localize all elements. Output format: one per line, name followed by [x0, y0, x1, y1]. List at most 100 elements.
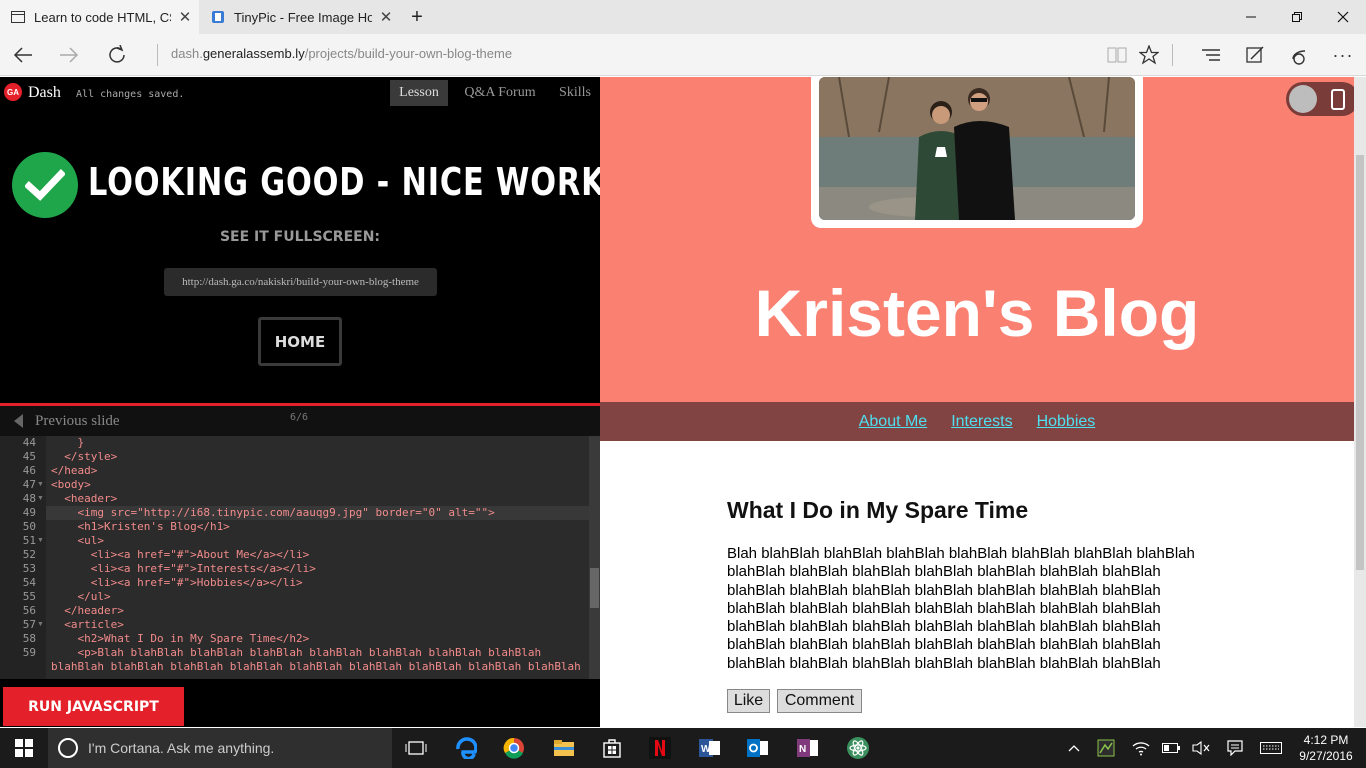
- outlook-icon[interactable]: [734, 728, 782, 768]
- file-explorer-icon[interactable]: [540, 728, 588, 768]
- code-line: </header>: [51, 604, 124, 617]
- previous-arrow-icon[interactable]: [14, 414, 23, 428]
- nav-link-about-me[interactable]: About Me: [859, 413, 927, 431]
- editor-scrollbar[interactable]: [589, 436, 600, 679]
- fold-marker-icon[interactable]: ▼: [37, 534, 44, 548]
- save-status: All changes saved.: [76, 89, 185, 100]
- url-prefix: dash.: [171, 46, 203, 61]
- netflix-icon[interactable]: [636, 728, 684, 768]
- ga-logo-icon[interactable]: GA: [4, 83, 22, 101]
- nav-link-interests[interactable]: Interests: [951, 413, 1012, 431]
- cortana-icon: [58, 738, 78, 758]
- close-tab-icon[interactable]: ✕: [372, 8, 400, 26]
- dash-toolbar: GA Dash All changes saved. Lesson Q&A Fo…: [0, 77, 600, 107]
- tab-qa-forum[interactable]: Q&A Forum: [455, 80, 545, 106]
- article-text: Blah blahBlah blahBlah blahBlah blahBlah…: [727, 545, 1237, 673]
- home-button[interactable]: HOME: [258, 317, 342, 366]
- line-number: 46: [22, 464, 36, 477]
- preview-scroll-thumb[interactable]: [1356, 155, 1364, 570]
- toolbar-divider: [1172, 44, 1173, 66]
- keyboard-icon[interactable]: [1256, 728, 1286, 768]
- refresh-icon[interactable]: [94, 34, 140, 76]
- address-divider: [157, 44, 158, 66]
- tab-lesson[interactable]: Lesson: [390, 80, 448, 106]
- page-icon: [10, 9, 26, 25]
- wifi-icon[interactable]: [1128, 728, 1154, 768]
- tray-app-icon[interactable]: [1094, 728, 1118, 768]
- tab-label: TinyPic - Free Image Hostin: [234, 9, 372, 25]
- tab-skills[interactable]: Skills: [552, 80, 598, 106]
- url-domain: generalassemb.ly: [202, 46, 305, 61]
- article-line: blahBlah blahBlah blahBlah blahBlah blah…: [727, 563, 1161, 581]
- more-menu-icon[interactable]: ···: [1320, 34, 1366, 76]
- fold-marker-icon[interactable]: ▼: [37, 618, 44, 632]
- line-number: 49: [22, 506, 36, 519]
- share-icon[interactable]: [1276, 34, 1322, 76]
- volume-muted-icon[interactable]: [1188, 728, 1214, 768]
- code-line: <p>Blah blahBlah blahBlah blahBlah blahB…: [51, 646, 542, 659]
- blog-header: Kristen's Blog: [600, 77, 1359, 402]
- article-line: blahBlah blahBlah blahBlah blahBlah blah…: [727, 636, 1161, 654]
- cortana-search-box[interactable]: I'm Cortana. Ask me anything.: [48, 728, 392, 768]
- line-number: 54: [22, 576, 36, 589]
- atom-icon[interactable]: [834, 728, 882, 768]
- run-area: RUN JAVASCRIPT: [0, 679, 600, 727]
- show-hidden-icons-chevron-icon[interactable]: [1062, 728, 1086, 768]
- restore-icon[interactable]: [1274, 0, 1320, 34]
- svg-text:W: W: [701, 744, 711, 755]
- windows-start-icon[interactable]: [0, 728, 48, 768]
- code-line: <article>: [51, 618, 124, 631]
- close-tab-icon[interactable]: ✕: [171, 8, 199, 26]
- clock-date[interactable]: 9/27/2016: [1296, 749, 1356, 763]
- store-icon[interactable]: [588, 728, 636, 768]
- editor-scroll-thumb[interactable]: [590, 568, 599, 608]
- minimize-icon[interactable]: [1228, 0, 1274, 34]
- favorite-star-icon[interactable]: [1126, 34, 1172, 76]
- fullscreen-url-link[interactable]: http://dash.ga.co/nakiskri/build-your-ow…: [164, 268, 437, 296]
- fold-marker-icon[interactable]: ▼: [37, 478, 44, 492]
- battery-icon[interactable]: [1158, 728, 1184, 768]
- tab-label: Learn to code HTML, CS: [34, 9, 171, 25]
- slide-navigation: Previous slide 6/6: [0, 406, 600, 436]
- action-center-icon[interactable]: [1222, 728, 1248, 768]
- code-line: <ul>: [51, 534, 104, 547]
- toggle-knob: [1289, 85, 1317, 113]
- url-path: /projects/build-your-own-blog-theme: [304, 46, 513, 61]
- browser-tab-active[interactable]: Learn to code HTML, CS ✕: [0, 0, 199, 34]
- browser-tab[interactable]: TinyPic - Free Image Hostin ✕: [200, 0, 400, 34]
- hub-icon[interactable]: [1188, 34, 1234, 76]
- checkmark-icon: [12, 152, 78, 218]
- edge-icon[interactable]: [442, 728, 490, 768]
- code-line: <li><a href="#">Interests</a></li>: [51, 562, 316, 575]
- comment-button[interactable]: Comment: [777, 689, 862, 713]
- back-icon[interactable]: [0, 34, 46, 76]
- url-field[interactable]: dash.generalassemb.ly/projects/build-you…: [171, 46, 512, 61]
- forward-icon[interactable]: [46, 34, 92, 76]
- previous-slide-button[interactable]: Previous slide: [35, 413, 120, 430]
- web-note-icon[interactable]: [1232, 34, 1278, 76]
- phone-icon: [1331, 89, 1345, 110]
- chrome-icon[interactable]: [490, 728, 538, 768]
- task-view-icon[interactable]: [392, 728, 440, 768]
- clock-time[interactable]: 4:12 PM: [1301, 733, 1351, 747]
- line-number: 48: [22, 492, 36, 505]
- word-icon[interactable]: W: [686, 728, 734, 768]
- article-line: blahBlah blahBlah blahBlah blahBlah blah…: [727, 618, 1161, 636]
- code-editor[interactable]: 44 45 46 47 48 49 50 51 52 53 54 55 56 5…: [0, 436, 600, 679]
- svg-text:N: N: [799, 744, 806, 755]
- article-line: blahBlah blahBlah blahBlah blahBlah blah…: [727, 654, 1161, 672]
- line-number: 56: [22, 604, 36, 617]
- fold-marker-icon[interactable]: ▼: [37, 492, 44, 506]
- new-tab-button[interactable]: +: [402, 0, 432, 34]
- line-number: 47: [22, 478, 36, 491]
- article-title: What I Do in My Spare Time: [727, 497, 1029, 523]
- code-line: </ul>: [51, 590, 111, 603]
- nav-link-hobbies[interactable]: Hobbies: [1037, 413, 1096, 431]
- like-button[interactable]: Like: [727, 689, 770, 713]
- onenote-icon[interactable]: N: [784, 728, 832, 768]
- windows-taskbar: I'm Cortana. Ask me anything. W N 4:12 P…: [0, 728, 1366, 768]
- line-number: 57: [22, 618, 36, 631]
- close-window-icon[interactable]: [1320, 0, 1366, 34]
- run-javascript-button[interactable]: RUN JAVASCRIPT: [3, 687, 184, 726]
- mobile-view-toggle[interactable]: [1286, 82, 1359, 116]
